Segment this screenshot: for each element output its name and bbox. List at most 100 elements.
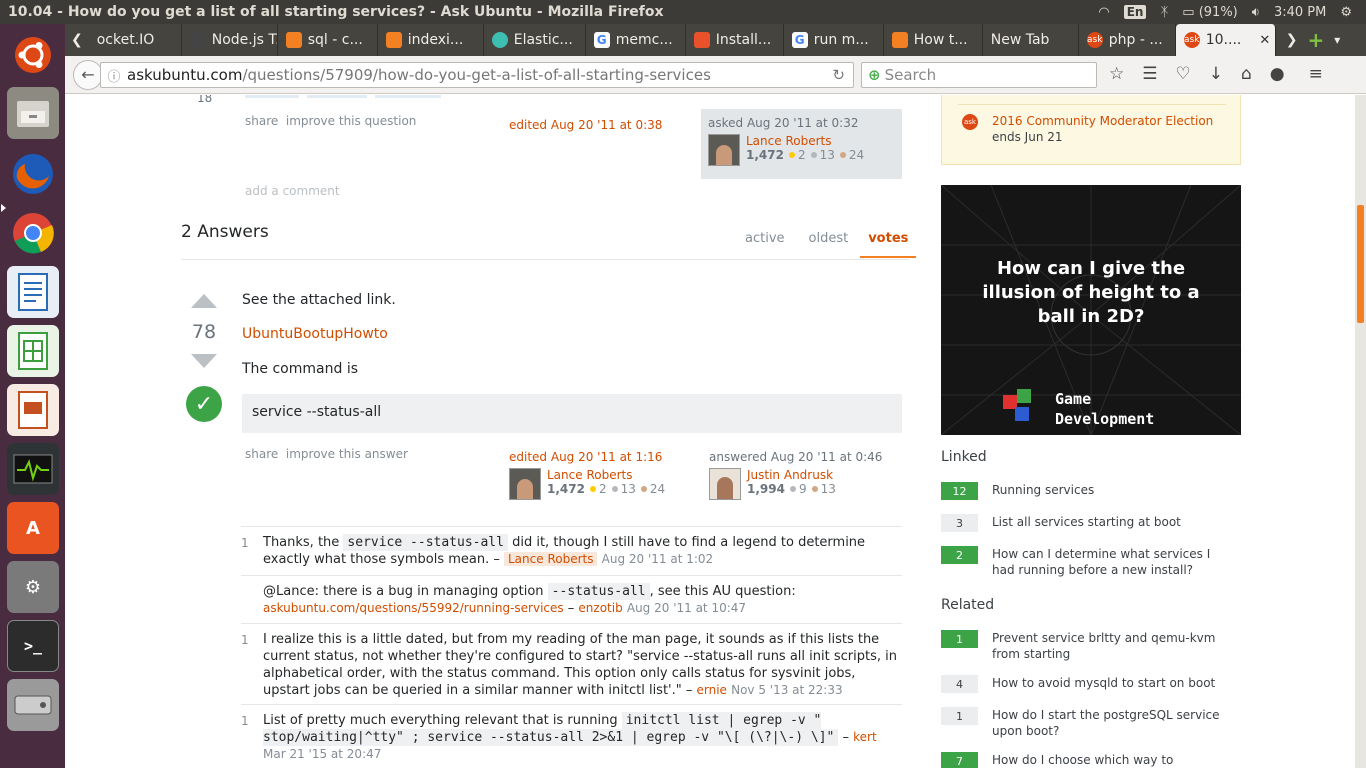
improve-question-link[interactable]: improve this question (286, 114, 417, 128)
answer-link[interactable]: UbuntuBootupHowto (242, 326, 388, 342)
question-edited-info[interactable]: edited Aug 20 '11 at 0:38 (509, 118, 662, 132)
chrome-icon[interactable] (7, 207, 59, 259)
sort-tab-active[interactable]: active (733, 228, 797, 258)
tab-sql[interactable]: sql - c... (278, 24, 378, 56)
search-engine-icon[interactable]: ⊕ (868, 66, 881, 84)
software-center-icon[interactable]: A (7, 502, 59, 554)
keyboard-layout-indicator[interactable]: En (1123, 5, 1147, 19)
linked-title[interactable]: List all services starting at boot (992, 514, 1234, 530)
firefox-icon[interactable] (7, 148, 59, 200)
comment-user[interactable]: Lance Roberts (504, 552, 598, 566)
search-bar[interactable]: ⊕ Search (861, 62, 1097, 88)
comment-link[interactable]: askubuntu.com/questions/55992/running-se… (263, 601, 564, 615)
tab-php[interactable]: ask php - ... (1079, 24, 1176, 56)
pocket-icon[interactable]: ♡ (1176, 64, 1191, 84)
tab-how-to[interactable]: How t... (884, 24, 983, 56)
reading-list-icon[interactable]: ☰ (1142, 64, 1157, 84)
comment-user[interactable]: kert (853, 730, 877, 744)
sort-tab-votes[interactable]: votes (860, 228, 917, 258)
tab-elastic[interactable]: Elastic... (484, 24, 586, 56)
related-title[interactable]: How do I choose which way to enable/disa… (992, 752, 1234, 768)
tab-memcached[interactable]: Gmemc... (586, 24, 686, 56)
comment-code: service --status-all (343, 534, 508, 551)
url-bar[interactable]: ⓘ askubuntu.com/questions/57909/how-do-y… (100, 62, 854, 88)
page-scrollbar[interactable] (1355, 95, 1366, 768)
editor-name[interactable]: Lance Roberts (547, 468, 665, 482)
avatar[interactable] (708, 134, 740, 166)
related-title[interactable]: Prevent service brltty and qemu-kvm from… (992, 630, 1234, 662)
home-icon[interactable]: ⌂ (1241, 64, 1252, 84)
related-item[interactable]: 7 How do I choose which way to enable/dis… (941, 752, 1234, 768)
linked-item[interactable]: 2 How can I determine what services I had… (941, 546, 1234, 578)
tab-socketio[interactable]: ocket.IO (89, 24, 182, 56)
wifi-icon[interactable]: ◠ (1098, 5, 1109, 20)
tab-install[interactable]: Install... (686, 24, 784, 56)
related-item[interactable]: 4 How to avoid mysqld to start on boot (941, 675, 1234, 693)
back-arrow-icon[interactable]: ← (73, 59, 103, 90)
disks-icon[interactable] (7, 679, 59, 731)
menu-hamburger-icon[interactable]: ≡ (1309, 64, 1323, 84)
edited-time[interactable]: edited Aug 20 '11 at 1:16 (509, 450, 689, 464)
share-answer-link[interactable]: share (245, 447, 278, 461)
upvote-arrow-icon[interactable] (191, 294, 217, 308)
site-info-icon[interactable]: ⓘ (101, 66, 127, 85)
comment: 1 I realize this is a little dated, but … (241, 623, 902, 705)
tab-indexing[interactable]: indexi... (378, 24, 484, 56)
author-name[interactable]: Justin Andrusk (747, 468, 836, 482)
related-vote-count: 1 (941, 630, 978, 648)
linked-item[interactable]: 3 List all services starting at boot (941, 514, 1234, 532)
downvote-arrow-icon[interactable] (191, 354, 217, 368)
calc-icon[interactable] (7, 325, 59, 377)
tab-nodejs[interactable]: Node.js T... (182, 24, 278, 56)
share-question-link[interactable]: share (245, 114, 278, 128)
reload-icon[interactable]: ↻ (832, 66, 845, 84)
tab-label: php - ... (1108, 32, 1163, 48)
tab-run[interactable]: Grun m... (784, 24, 884, 56)
bulletin-title[interactable]: 2016 Community Moderator Election (992, 114, 1213, 128)
avatar[interactable] (709, 468, 741, 500)
battery-indicator[interactable]: ▭ (91%) (1182, 5, 1237, 20)
avatar[interactable] (509, 468, 541, 500)
writer-icon[interactable] (7, 266, 59, 318)
improve-answer-link[interactable]: improve this answer (286, 447, 408, 461)
bluetooth-icon[interactable]: ᛡ (1160, 5, 1168, 20)
tabs-scroll-right-icon[interactable]: ❯ (1276, 32, 1308, 48)
comment-score: 1 (241, 633, 249, 647)
settings-icon[interactable]: ⚙ (7, 561, 59, 613)
related-title[interactable]: How do I start the postgreSQL service up… (992, 707, 1234, 739)
related-item[interactable]: 1 Prevent service brltty and qemu-kvm fro… (941, 630, 1234, 662)
reputation-score: 1,472 (746, 148, 784, 162)
tab-label: ocket.IO (96, 32, 155, 48)
sort-tab-oldest[interactable]: oldest (797, 228, 861, 258)
comment-user[interactable]: ernie (697, 683, 727, 697)
impress-icon[interactable] (7, 384, 59, 436)
chat-icon[interactable]: ● (1270, 64, 1285, 84)
terminal-icon[interactable]: >_ (7, 620, 59, 672)
tabs-scroll-left-icon[interactable]: ❮ (65, 32, 89, 48)
linked-title[interactable]: Running services (992, 482, 1234, 498)
new-tab-plus-icon[interactable]: + (1307, 28, 1324, 52)
bookmark-star-icon[interactable]: ☆ (1109, 64, 1124, 84)
scrollbar-thumb[interactable] (1357, 205, 1364, 323)
sidebar-ad[interactable]: How can I give the illusion of height to… (941, 185, 1241, 435)
ubuntu-dash-icon[interactable] (7, 29, 59, 81)
tab-new-tab[interactable]: New Tab (983, 24, 1079, 56)
owner-name[interactable]: Lance Roberts (746, 134, 864, 148)
download-arrow-icon[interactable]: ↓ (1209, 64, 1223, 84)
linked-title[interactable]: How can I determine what services I had … (992, 546, 1234, 578)
community-bulletin: ask 2016 Community Moderator Election en… (941, 95, 1241, 165)
system-monitor-icon[interactable] (7, 443, 59, 495)
linked-item[interactable]: 12 Running services (941, 482, 1234, 500)
close-tab-icon[interactable]: ✕ (1259, 33, 1270, 48)
related-item[interactable]: 1 How do I start the postgreSQL service u… (941, 707, 1234, 739)
volume-icon[interactable]: 🔉︎ (1252, 5, 1260, 20)
related-title[interactable]: How to avoid mysqld to start on boot (992, 675, 1234, 691)
battery-percent: (91%) (1198, 4, 1238, 20)
tab-current[interactable]: ask 10.... ✕ (1175, 24, 1276, 56)
clock[interactable]: 3:40 PM (1274, 5, 1326, 20)
tab-list-chevron-down-icon[interactable]: ▾ (1324, 33, 1350, 47)
add-comment-link[interactable]: add a comment (245, 184, 340, 198)
comment-user[interactable]: enzotib (578, 601, 622, 615)
power-gear-icon[interactable]: ⚙ (1340, 5, 1352, 20)
files-icon[interactable] (7, 87, 59, 139)
